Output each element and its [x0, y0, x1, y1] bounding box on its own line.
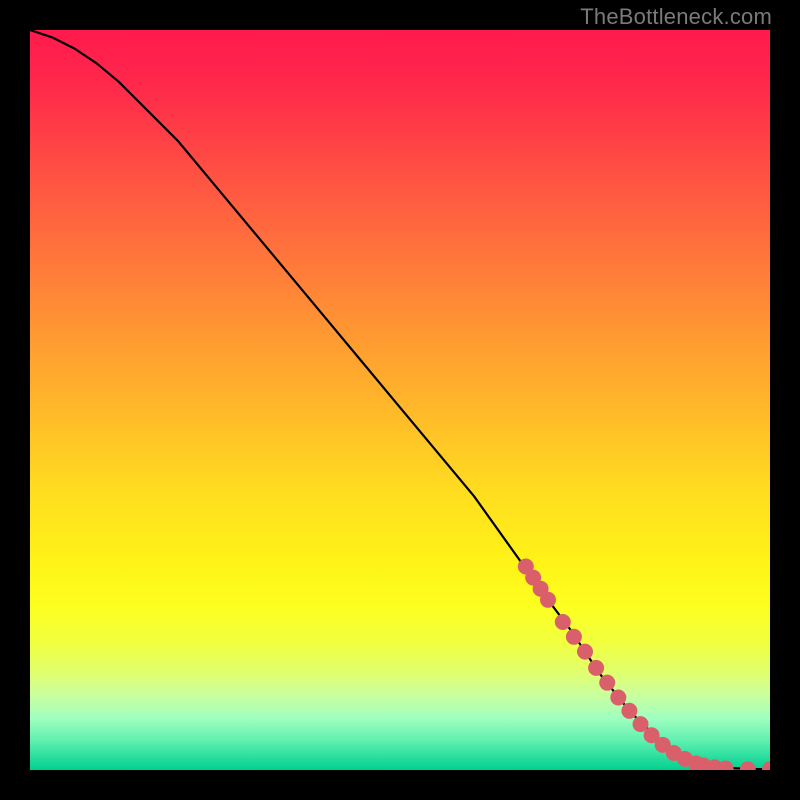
- data-marker: [599, 675, 615, 691]
- data-marker: [740, 761, 756, 770]
- data-marker: [540, 592, 556, 608]
- plot-area: [30, 30, 770, 770]
- attribution-text: TheBottleneck.com: [580, 4, 772, 30]
- data-marker: [588, 660, 604, 676]
- curve-path: [30, 30, 770, 769]
- data-marker: [610, 689, 626, 705]
- data-marker: [762, 761, 770, 770]
- chart-root: TheBottleneck.com: [0, 0, 800, 800]
- data-marker: [555, 614, 571, 630]
- data-marker: [566, 629, 582, 645]
- data-marker: [577, 644, 593, 660]
- markers-group: [518, 559, 770, 771]
- data-marker: [621, 703, 637, 719]
- chart-overlay: [30, 30, 770, 770]
